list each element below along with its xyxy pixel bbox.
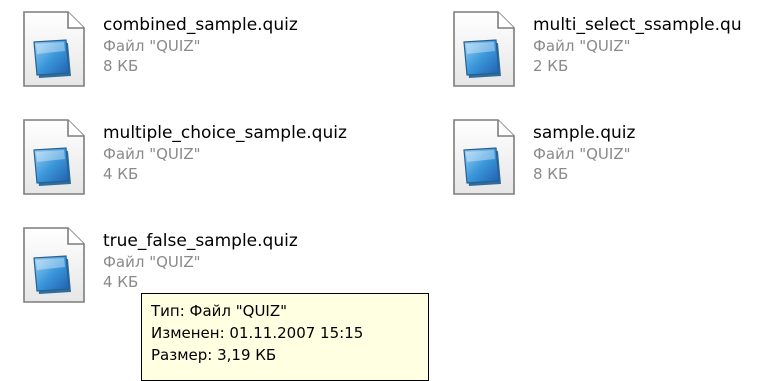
tooltip-type: Тип: Файл "QUIZ"	[151, 302, 288, 320]
file-name: combined_sample.quiz	[103, 15, 298, 35]
file-size: 8 КБ	[103, 57, 139, 75]
file-size: 8 КБ	[533, 165, 569, 183]
file-info: multi_select_ssample.qu Файл "QUIZ" 2 КБ	[533, 15, 742, 76]
file-type: Файл "QUIZ"	[533, 145, 631, 163]
file-type: Файл "QUIZ"	[533, 37, 631, 55]
file-type: Файл "QUIZ"	[103, 37, 201, 55]
file-size: 2 КБ	[533, 57, 569, 75]
file-item-multi-select-ssample[interactable]: multi_select_ssample.qu Файл "QUIZ" 2 КБ	[450, 10, 763, 110]
file-name: multiple_choice_sample.quiz	[103, 123, 347, 143]
file-info-tooltip: Тип: Файл "QUIZ" Изменен: 01.11.2007 15:…	[141, 293, 429, 381]
file-item-sample[interactable]: sample.quiz Файл "QUIZ" 8 КБ	[450, 118, 763, 218]
document-file-icon	[20, 10, 86, 88]
file-type: Файл "QUIZ"	[103, 253, 201, 271]
file-name: sample.quiz	[533, 123, 636, 143]
file-info: true_false_sample.quiz Файл "QUIZ" 4 КБ	[103, 231, 298, 292]
document-file-icon	[450, 118, 516, 196]
tooltip-modified: Изменен: 01.11.2007 15:15	[151, 324, 364, 342]
file-item-combined-sample[interactable]: combined_sample.quiz Файл "QUIZ" 8 КБ	[20, 10, 350, 110]
file-name: multi_select_ssample.qu	[533, 15, 742, 35]
document-file-icon	[450, 10, 516, 88]
document-file-icon	[20, 118, 86, 196]
file-item-multiple-choice-sample[interactable]: multiple_choice_sample.quiz Файл "QUIZ" …	[20, 118, 350, 218]
document-file-icon	[20, 226, 86, 304]
file-info: sample.quiz Файл "QUIZ" 8 КБ	[533, 123, 635, 184]
file-info: multiple_choice_sample.quiz Файл "QUIZ" …	[103, 123, 347, 184]
file-size: 4 КБ	[103, 165, 139, 183]
file-size: 4 КБ	[103, 273, 139, 291]
file-name: true_false_sample.quiz	[103, 231, 298, 251]
file-type: Файл "QUIZ"	[103, 145, 201, 163]
tooltip-size: Размер: 3,19 КБ	[151, 346, 277, 364]
file-info: combined_sample.quiz Файл "QUIZ" 8 КБ	[103, 15, 298, 76]
